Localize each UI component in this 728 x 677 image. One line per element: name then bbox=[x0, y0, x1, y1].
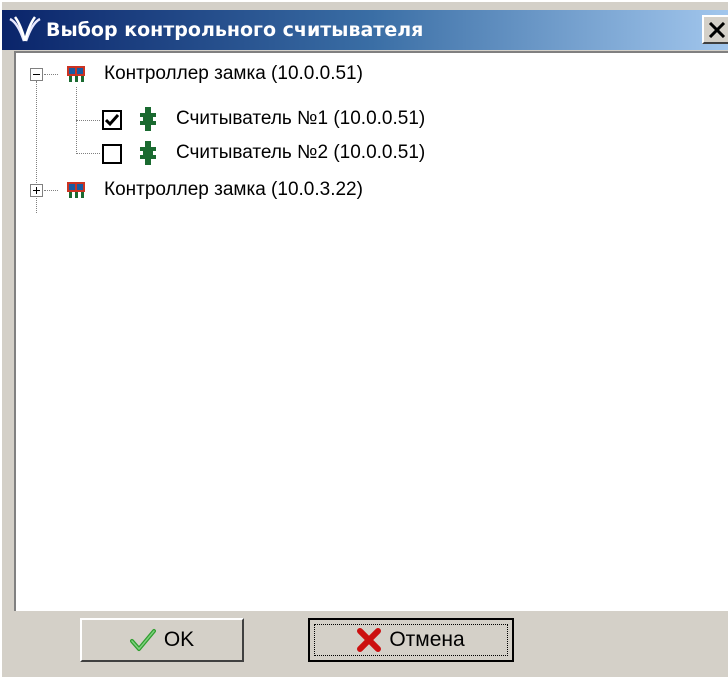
reader-icon bbox=[140, 141, 156, 165]
wings-logo-icon bbox=[9, 16, 41, 42]
checkmark-icon bbox=[105, 114, 119, 127]
close-button[interactable] bbox=[702, 15, 728, 44]
window-title: Выбор контрольного считывателя bbox=[46, 19, 424, 41]
tree-node-reader-2[interactable]: Считыватель №2 (10.0.0.51) bbox=[16, 136, 716, 170]
tree-node-reader-1[interactable]: Считыватель №1 (10.0.0.51) bbox=[16, 102, 716, 136]
tree-node-controller-1[interactable]: Контроллер замка (10.0.0.51) bbox=[16, 57, 716, 91]
reader-2-checkbox[interactable] bbox=[102, 144, 122, 164]
expand-toggle[interactable] bbox=[30, 184, 43, 197]
ok-button[interactable]: OK bbox=[80, 618, 244, 662]
reader-icon bbox=[140, 107, 156, 131]
controller-icon bbox=[67, 66, 85, 82]
cancel-button-label: Отмена bbox=[389, 628, 465, 651]
reader-tree[interactable]: Контроллер замка (10.0.0.51) Считыватель… bbox=[14, 51, 728, 611]
cancel-button[interactable]: Отмена bbox=[308, 618, 514, 662]
ok-button-label: OK bbox=[163, 628, 195, 651]
cancel-x-icon bbox=[357, 628, 382, 652]
tree-node-label: Контроллер замка (10.0.0.51) bbox=[104, 63, 363, 84]
tree-node-label: Считыватель №2 (10.0.0.51) bbox=[176, 142, 426, 163]
reader-1-checkbox[interactable] bbox=[102, 110, 122, 130]
tree-node-label: Контроллер замка (10.0.3.22) bbox=[104, 179, 363, 200]
title-bar[interactable]: Выбор контрольного считывателя bbox=[2, 10, 728, 50]
checkmark-icon bbox=[129, 629, 156, 651]
collapse-toggle[interactable] bbox=[30, 68, 43, 81]
close-icon bbox=[708, 22, 726, 38]
tree-node-label: Считыватель №1 (10.0.0.51) bbox=[176, 108, 426, 129]
dialog-window: Выбор контрольного считывателя Контролле… bbox=[0, 0, 728, 677]
tree-node-controller-2[interactable]: Контроллер замка (10.0.3.22) bbox=[16, 173, 716, 207]
controller-icon bbox=[67, 182, 85, 198]
